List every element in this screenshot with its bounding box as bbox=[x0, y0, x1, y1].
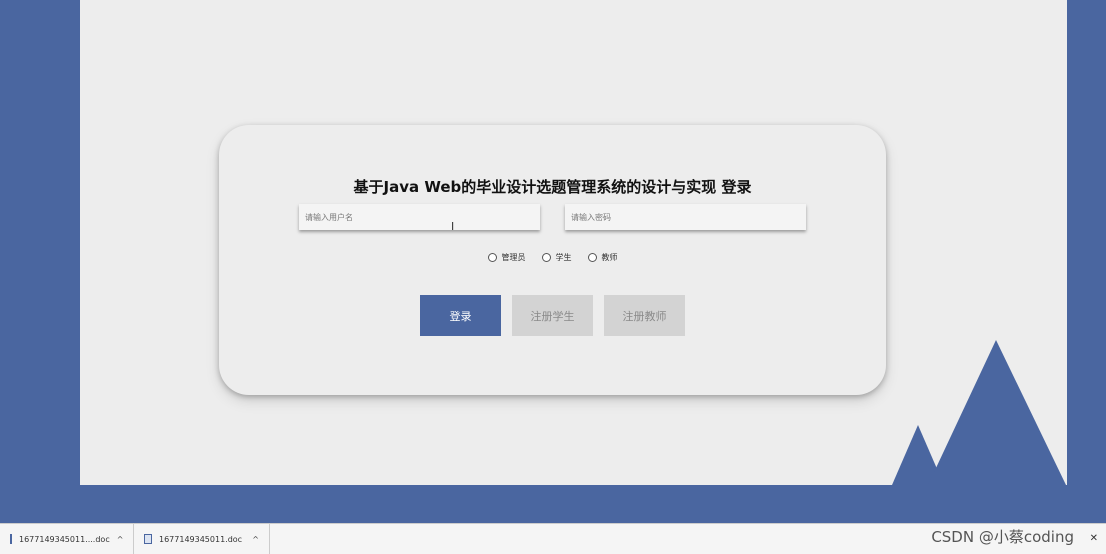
download-item-name: 1677149345011.doc bbox=[159, 534, 243, 544]
register-teacher-button[interactable]: 注册教师 bbox=[604, 295, 685, 336]
login-card: 基于Java Web的毕业设计选题管理系统的设计与实现 登录 I 管理员 学生 … bbox=[219, 125, 886, 395]
mountains-decoration bbox=[892, 340, 1066, 485]
chevron-up-icon[interactable]: ^ bbox=[117, 535, 124, 544]
role-student-option[interactable]: 学生 bbox=[541, 252, 572, 263]
page-title: 基于Java Web的毕业设计选题管理系统的设计与实现 登录 bbox=[353, 178, 752, 196]
watermark: CSDN @小蔡coding bbox=[931, 528, 1074, 546]
radio-icon[interactable] bbox=[541, 253, 551, 262]
password-input[interactable] bbox=[565, 204, 806, 230]
role-admin-label: 管理员 bbox=[501, 253, 526, 262]
download-item-name: 1677149345011....doc bbox=[19, 534, 110, 544]
download-item[interactable]: 1677149345011.doc ^ bbox=[134, 524, 270, 554]
radio-icon[interactable] bbox=[587, 253, 597, 262]
doc-icon bbox=[144, 534, 152, 544]
role-teacher-option[interactable]: 教师 bbox=[587, 252, 618, 263]
chevron-up-icon[interactable]: ^ bbox=[252, 535, 259, 544]
role-teacher-label: 教师 bbox=[601, 253, 618, 262]
register-student-button[interactable]: 注册学生 bbox=[512, 295, 593, 336]
download-item[interactable]: 1677149345011....doc ^ bbox=[0, 524, 134, 554]
role-radio-group: 管理员 学生 教师 bbox=[219, 252, 886, 263]
doc-icon bbox=[10, 534, 12, 544]
role-student-label: 学生 bbox=[555, 253, 572, 262]
username-input[interactable] bbox=[299, 204, 540, 230]
role-admin-option[interactable]: 管理员 bbox=[487, 252, 526, 263]
text-cursor-icon: I bbox=[451, 220, 455, 233]
radio-icon[interactable] bbox=[487, 253, 497, 262]
close-icon[interactable]: ✕ bbox=[1090, 533, 1098, 544]
login-button[interactable]: 登录 bbox=[420, 295, 501, 336]
